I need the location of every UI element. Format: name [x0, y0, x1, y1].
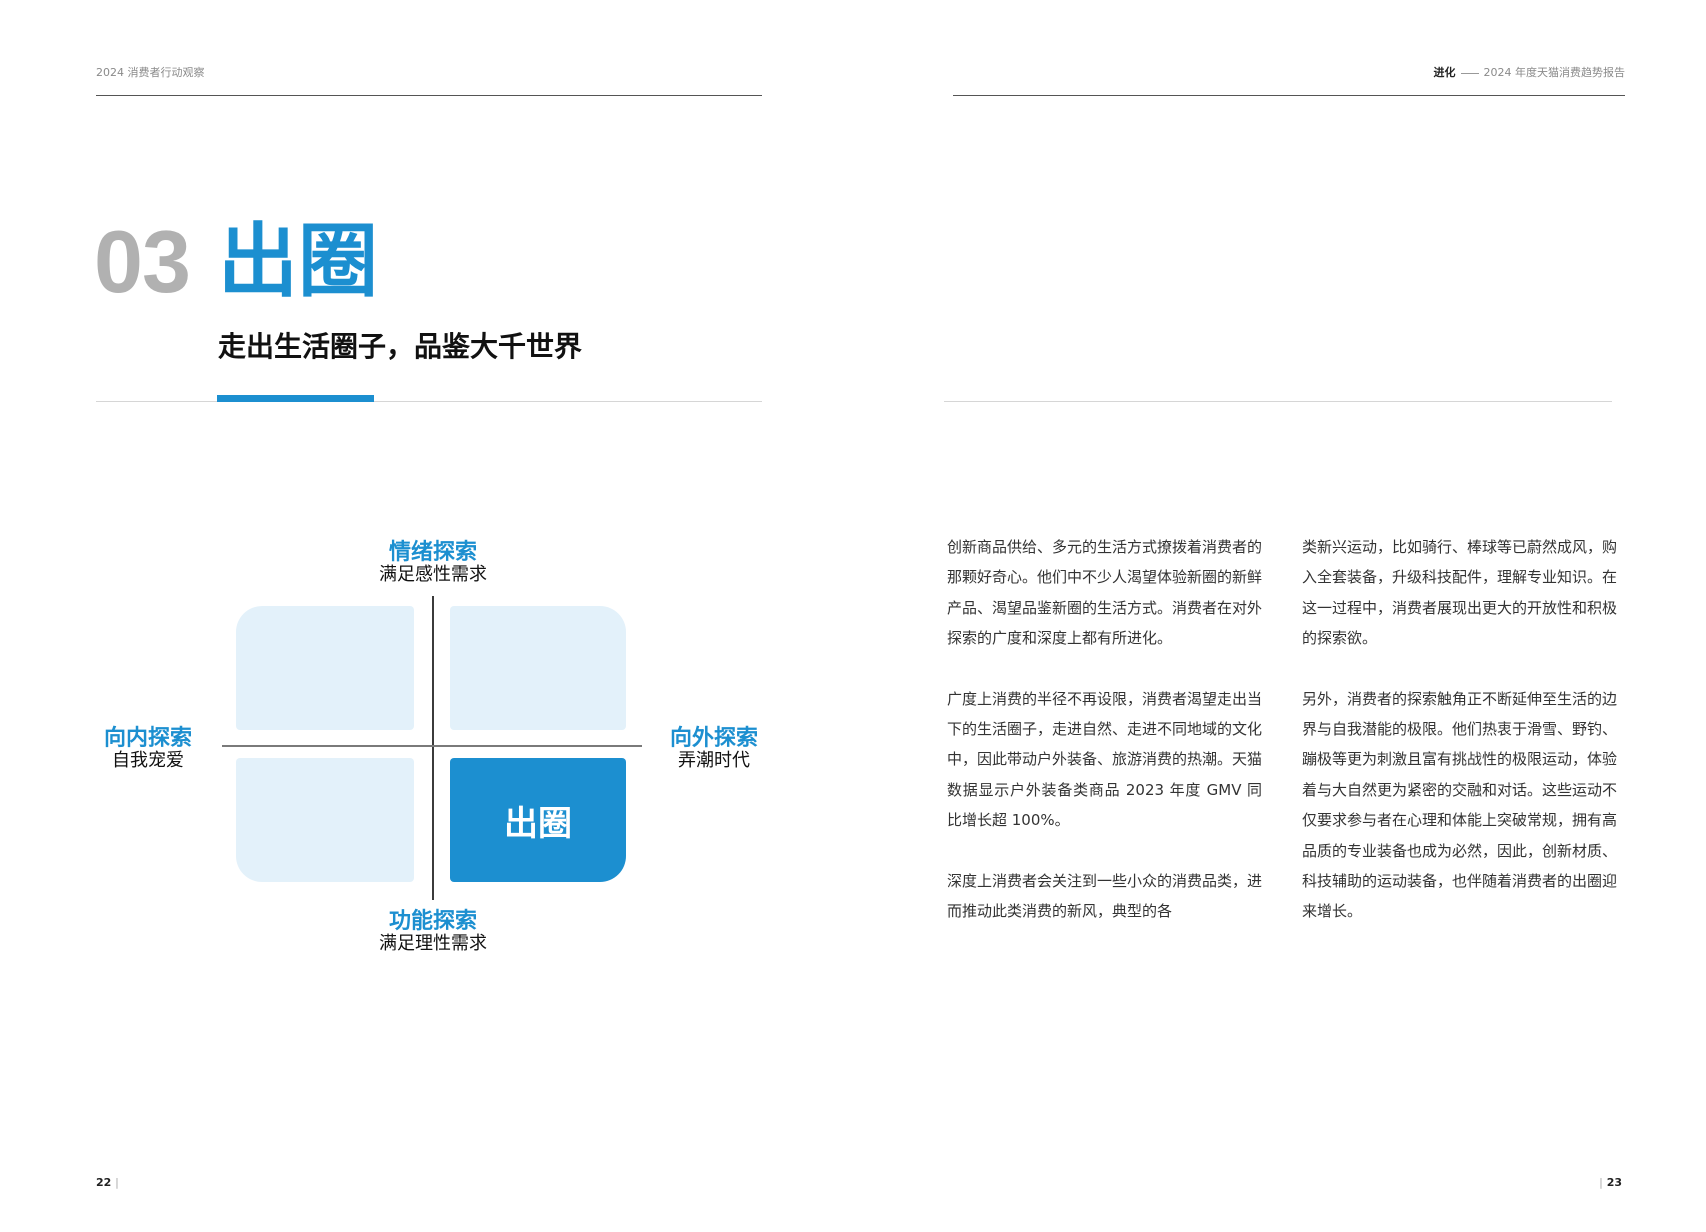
axis-left-main: 向内探索 [103, 726, 192, 751]
folio-divider-left: | [115, 1176, 119, 1189]
page-number-left: 22 | [96, 1176, 119, 1189]
header-rule-right [953, 95, 1625, 96]
page-number-left-value: 22 [96, 1176, 112, 1189]
paragraph: 创新商品供给、多元的生活方式撩拨着消费者的那颗好奇心。他们中不少人渴望体验新圈的… [947, 538, 1263, 648]
running-head-right-text: 2024 年度天猫消费趋势报告 [1483, 66, 1626, 79]
quadrant-diagram: 出圈 情绪探索 满足感性需求 功能探索 满足理性需求 向内探索 自我宠爱 向外探… [0, 0, 853, 1232]
axis-label-top: 情绪探索 满足感性需求 [333, 540, 533, 586]
axis-top-main: 情绪探索 [388, 540, 477, 565]
folio-divider-right: | [1599, 1176, 1603, 1189]
right-page: 进化 2024 年度天猫消费趋势报告 创新商品供给、多元的生活方式撩拨着消费者的那… [853, 0, 1706, 1232]
axis-label-left: 向内探索 自我宠爱 [88, 726, 208, 772]
axis-top-sub: 满足感性需求 [379, 564, 487, 586]
text-column-1: 创新商品供给、多元的生活方式撩拨着消费者的那颗好奇心。他们中不少人渴望体验新圈的… [947, 532, 1262, 956]
axis-label-right: 向外探索 弄潮时代 [654, 726, 774, 772]
running-head-dash [1460, 72, 1479, 74]
left-page: 2024 消费者行动观察 03 出圈 走出生活圈子，品鉴大千世界 出圈 情绪探索… [0, 0, 853, 1232]
axis-label-bottom: 功能探索 满足理性需求 [333, 909, 533, 955]
quadrant-bottom-left [236, 758, 414, 882]
paragraph: 另外，消费者的探索触角正不断延伸至生活的边界与自我潜能的极限。他们热衷于滑雪、野… [1302, 689, 1618, 921]
running-head-right: 进化 2024 年度天猫消费趋势报告 [1434, 64, 1626, 80]
paragraph: 深度上消费者会关注到一些小众的消费品类，进而推动此类消费的新风，典型的各 [947, 871, 1263, 921]
axis-right-main: 向外探索 [669, 726, 758, 751]
horizontal-axis [222, 745, 642, 747]
section-rule-right [944, 401, 1612, 402]
page-number-right: | 23 [1599, 1176, 1622, 1189]
running-head-right-strong: 进化 [1433, 66, 1456, 79]
page-number-right-value: 23 [1606, 1176, 1622, 1189]
quadrant-bottom-right-highlight: 出圈 [450, 758, 626, 882]
axis-left-sub: 自我宠爱 [112, 750, 184, 772]
text-column-2: 类新兴运动，比如骑行、棒球等已蔚然成风，购入全套装备，升级科技配件，理解专业知识… [1302, 532, 1617, 957]
quadrant-top-right [450, 606, 626, 730]
axis-bottom-main: 功能探索 [388, 909, 477, 934]
quadrant-top-left [236, 606, 414, 730]
vertical-axis [432, 596, 434, 900]
axis-bottom-sub: 满足理性需求 [379, 933, 487, 955]
axis-right-sub: 弄潮时代 [678, 750, 750, 772]
paragraph: 类新兴运动，比如骑行、棒球等已蔚然成风，购入全套装备，升级科技配件，理解专业知识… [1302, 538, 1618, 648]
paragraph: 广度上消费的半径不再设限，消费者渴望走出当下的生活圈子，走进自然、走进不同地域的… [947, 689, 1263, 830]
highlight-quadrant-label: 出圈 [504, 803, 572, 844]
